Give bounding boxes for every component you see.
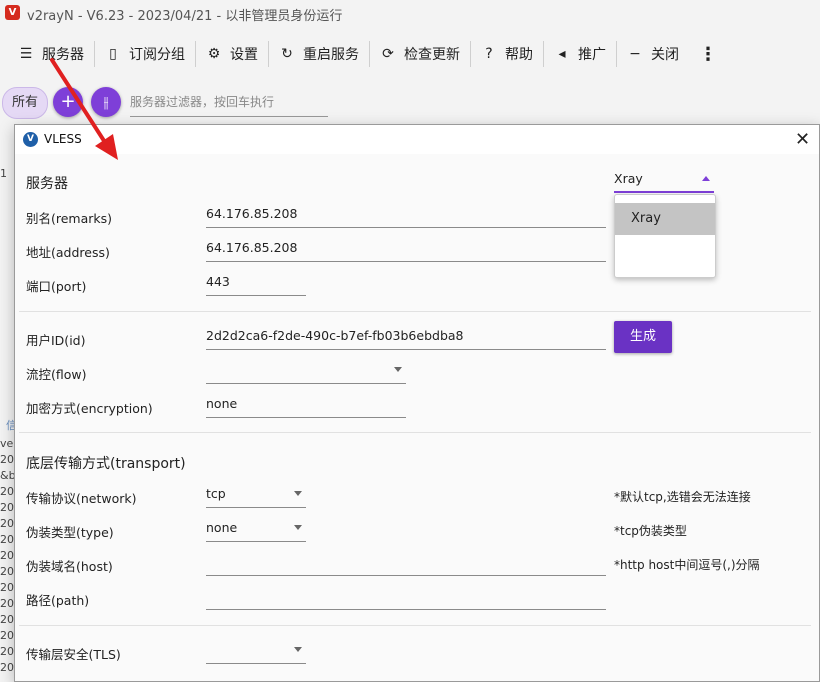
settings-label: 设置 [230,47,258,63]
more-vertical-icon: ⋮ [699,43,717,65]
dialog-header: V VLESS ✕ [15,125,819,154]
server-filter-input[interactable]: 服务器过滤器，按回车执行 [130,93,328,117]
split-icon: ⫲ [103,93,109,111]
settings-button[interactable]: ⚙ 设置 [196,30,268,78]
core-option-xray[interactable]: Xray [615,203,715,235]
remarks-label: 别名(remarks) [26,211,113,226]
chevron-down-icon [294,647,302,652]
core-type-select[interactable]: Xray [614,171,714,193]
promotion-label: 推广 [578,47,606,63]
type-value: none [206,520,238,535]
plus-icon: + [60,91,76,112]
core-type-value: Xray [614,171,643,186]
dialog-title: VLESS [44,132,82,146]
add-server-button[interactable]: + [53,87,83,117]
tls-label: 传输层安全(TLS) [26,647,121,662]
gear-icon: ⚙ [207,46,221,62]
title-bar: V v2rayN - V6.23 - 2023/04/21 - 以非管理员身份运… [0,0,820,26]
help-icon: ? [485,46,493,62]
background-row-fragment: 20 [0,661,14,674]
servers-label: 服务器 [42,47,84,63]
host-input[interactable] [206,554,606,576]
background-row-fragment: 20 [0,533,14,546]
background-row-fragment: 20 [0,645,14,658]
close-icon[interactable]: ✕ [795,129,810,150]
restart-label: 重启服务 [303,47,359,63]
network-select[interactable]: tcp [206,486,306,508]
section-divider [19,432,811,433]
generate-id-button[interactable]: 生成 [614,321,672,353]
address-input[interactable]: 64.176.85.208 [206,240,606,262]
minus-icon: − [629,46,641,62]
chevron-down-icon [294,525,302,530]
filter-chip-all[interactable]: 所有 [2,87,48,119]
encryption-label: 加密方式(encryption) [26,401,153,416]
split-button[interactable]: ⫲ [91,87,121,117]
help-label: 帮助 [505,47,533,63]
address-label: 地址(address) [26,245,110,260]
port-label: 端口(port) [26,279,87,294]
background-row-fragment: 20 [0,549,14,562]
update-icon: ⟳ [382,46,394,62]
servers-button[interactable]: ☰ 服务器 [8,30,94,78]
type-label: 伪装类型(type) [26,525,114,540]
background-row-fragment: ve [0,437,14,450]
background-row-fragment: 20 [0,597,14,610]
background-row-fragment: 20 [0,501,14,514]
restart-service-button[interactable]: ↻ 重启服务 [269,30,369,78]
server-section-title: 服务器 [26,176,68,192]
background-row-fragment: 20 [0,565,14,578]
close-label: 关闭 [651,47,679,63]
remarks-input[interactable]: 64.176.85.208 [206,206,606,228]
tls-select[interactable] [206,642,306,664]
server-icon: ☰ [19,46,33,62]
network-hint: *默认tcp,选错会无法连接 [614,490,751,504]
flow-select[interactable] [206,362,406,384]
subscription-group-button[interactable]: ▯ 订阅分组 [95,30,195,78]
host-hint: *http host中间逗号(,)分隔 [614,558,760,572]
toolbar: ☰ 服务器 ▯ 订阅分组 ⚙ 设置 ↻ 重启服务 ⟳ 检查更新 ? 帮助 ◂ 推广 − 关闭 ⋮ [0,30,820,78]
chevron-down-icon [394,367,402,372]
chevron-up-icon [702,176,710,181]
more-menu-button[interactable]: ⋮ [689,30,733,78]
chevron-down-icon [294,491,302,496]
help-button[interactable]: ? 帮助 [471,30,543,78]
background-row-fragment: 20 [0,517,14,530]
background-row-fragment: 20 [0,453,14,466]
user-id-input[interactable]: 2d2d2ca6-f2de-490c-b7ef-fb03b6ebdba8 [206,328,606,350]
type-select[interactable]: none [206,520,306,542]
background-row-fragment: 1 [0,167,7,180]
section-divider [19,625,811,626]
vless-dialog: V VLESS ✕ 服务器 Xray 别名(remarks) 64.176.85… [14,124,820,682]
app-logo: V [5,5,20,20]
network-value: tcp [206,486,226,501]
subscription-label: 订阅分组 [129,47,185,63]
megaphone-icon: ◂ [558,46,566,62]
window-title: v2rayN - V6.23 - 2023/04/21 - 以非管理员身份运行 [27,9,343,24]
network-label: 传输协议(network) [26,491,137,506]
background-row-fragment: 20 [0,581,14,594]
host-label: 伪装域名(host) [26,559,113,574]
update-label: 检查更新 [404,47,460,63]
transport-section-title: 底层传输方式(transport) [26,456,186,472]
background-row-fragment: 20 [0,485,14,498]
user-id-label: 用户ID(id) [26,333,86,348]
flow-label: 流控(flow) [26,367,87,382]
restart-icon: ↻ [281,46,293,62]
background-row-fragment: 20 [0,629,14,642]
promotion-button[interactable]: ◂ 推广 [544,30,616,78]
path-label: 路径(path) [26,593,90,608]
section-divider [19,311,811,312]
port-input[interactable]: 443 [206,274,306,296]
bookmark-icon: ▯ [109,46,117,62]
background-row-fragment: 20 [0,613,14,626]
encryption-input[interactable]: none [206,396,406,418]
v2ray-logo-icon: V [23,132,38,147]
core-type-dropdown: Xray [614,194,716,278]
check-update-button[interactable]: ⟳ 检查更新 [370,30,470,78]
close-app-button[interactable]: − 关闭 [617,30,689,78]
type-hint: *tcp伪装类型 [614,524,687,538]
path-input[interactable] [206,588,606,610]
